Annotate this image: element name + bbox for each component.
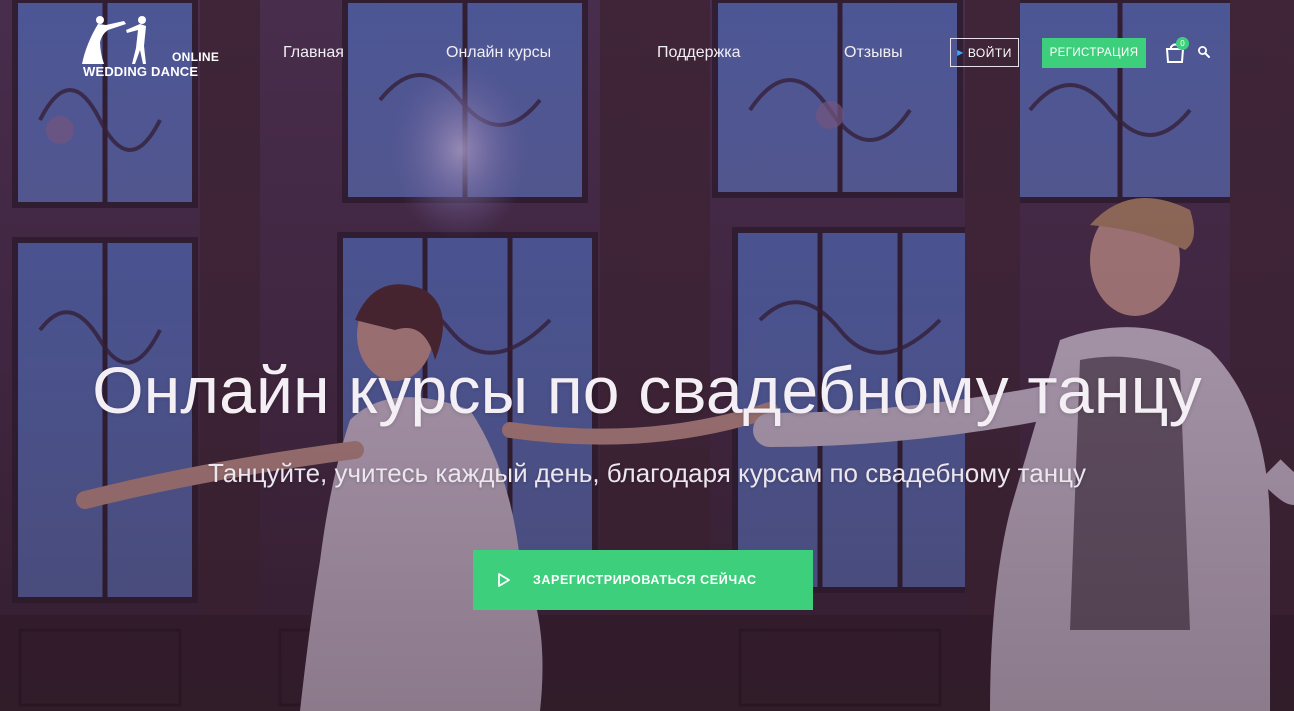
login-button-label: ВОЙТИ: [967, 45, 1012, 60]
register-button-label: РЕГИСТРАЦИЯ: [1049, 47, 1139, 59]
login-button[interactable]: ▶ ВОЙТИ: [950, 38, 1019, 67]
logo-text-wedding-dance: WEDDING DANCE: [83, 64, 199, 79]
dancing-couple-logo-icon: [82, 16, 146, 64]
logo[interactable]: ONLINE WEDDING DANCE: [76, 14, 226, 84]
search-icon[interactable]: [1197, 45, 1211, 59]
play-triangle-icon: ▶: [957, 48, 964, 57]
hero-title: Онлайн курсы по свадебному танцу: [92, 353, 1202, 427]
register-now-button-label: ЗАРЕГИСТРИРОВАТЬСЯ СЕЙЧАС: [533, 573, 757, 587]
nav-item-support[interactable]: Поддержка: [657, 44, 740, 62]
register-now-button[interactable]: ЗАРЕГИСТРИРОВАТЬСЯ СЕЙЧАС: [473, 550, 813, 610]
play-outline-icon: [498, 573, 510, 587]
nav-item-reviews[interactable]: Отзывы: [844, 44, 903, 62]
register-button[interactable]: РЕГИСТРАЦИЯ: [1042, 38, 1146, 68]
logo-text-online: ONLINE: [172, 50, 220, 64]
site-header: ONLINE WEDDING DANCE Главная Онлайн курс…: [0, 0, 1294, 100]
hero-section: ONLINE WEDDING DANCE Главная Онлайн курс…: [0, 0, 1294, 711]
nav-item-online-courses[interactable]: Онлайн курсы: [446, 44, 551, 62]
cart-count-badge: 0: [1176, 37, 1189, 50]
nav-item-home[interactable]: Главная: [283, 44, 344, 62]
hero-subtitle: Танцуйте, учитесь каждый день, благодаря…: [208, 458, 1086, 488]
